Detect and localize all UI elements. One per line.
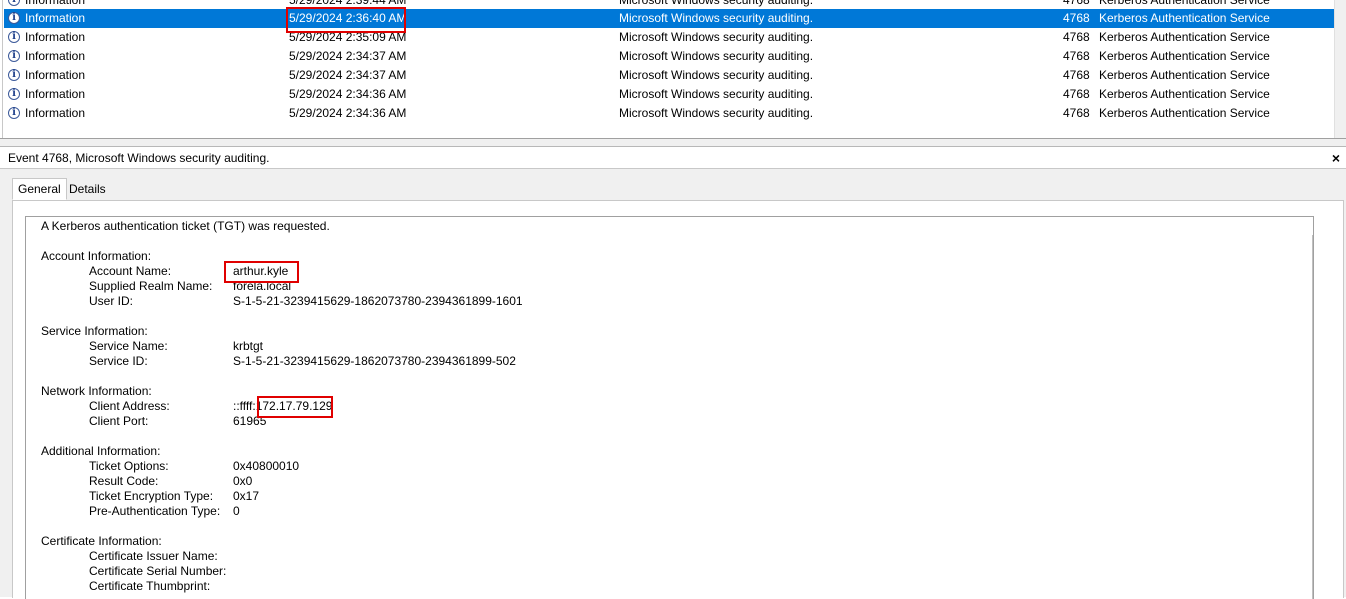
level-cell: Information [25,106,86,120]
client-address-value: ::ffff:172.17.79.129 [233,399,332,414]
info-icon [8,29,20,45]
field-label: Supplied Realm Name: [89,279,213,293]
section-heading: Service Information: [41,324,148,338]
date-cell: 5/29/2024 2:34:36 AM [289,106,407,120]
section-heading: Network Information: [41,384,152,398]
tab-details[interactable]: Details [64,181,111,198]
task-category-cell: Kerberos Authentication Service [1099,68,1270,82]
field-label: Certificate Serial Number: [89,564,227,578]
event-id-cell: 4768 [1063,11,1090,25]
info-icon [8,0,20,8]
result-code-value: 0x0 [233,474,253,488]
task-category-cell: Kerberos Authentication Service [1099,49,1270,63]
event-row[interactable]: Information 5/29/2024 2:34:36 AM Microso… [4,85,1334,104]
event-row-selected[interactable]: Information 5/29/2024 2:36:40 AM Microso… [4,9,1334,28]
level-cell: Information [25,68,86,82]
tab-general[interactable]: General [12,178,67,200]
field-label: Client Address: [89,399,170,413]
date-cell: 5/29/2024 2:34:36 AM [289,87,407,101]
encryption-type-value: 0x17 [233,489,260,503]
date-cell: 5/29/2024 2:34:37 AM [289,68,407,82]
source-cell: Microsoft Windows security auditing. [619,49,814,63]
level-cell: Information [25,11,86,25]
field-label: User ID: [89,294,134,308]
user-id-value: S-1-5-21-3239415629-1862073780-239436189… [233,294,523,308]
close-icon[interactable]: × [1332,147,1340,169]
field-label: Ticket Options: [89,459,169,473]
field-label: Result Code: [89,474,159,488]
event-id-cell: 4768 [1063,68,1090,82]
client-address-prefix: ::ffff: [233,399,256,413]
task-category-cell: Kerberos Authentication Service [1099,11,1270,25]
service-id-value: S-1-5-21-3239415629-1862073780-239436189… [233,354,516,368]
source-cell: Microsoft Windows security auditing. [619,106,814,120]
info-icon [8,48,20,64]
section-heading: Account Information: [41,249,152,263]
info-icon [8,67,20,83]
detail-title: Event 4768, Microsoft Windows security a… [8,151,270,165]
description-scrollbar[interactable] [1312,235,1313,599]
event-description[interactable]: A Kerberos authentication ticket (TGT) w… [25,216,1314,599]
field-label: Service ID: [89,354,148,368]
level-cell: Information [25,49,86,63]
event-id-cell: 4768 [1063,30,1090,44]
level-cell: Information [25,87,86,101]
event-id-cell: 4768 [1063,49,1090,63]
event-row[interactable]: Information 5/29/2024 2:34:37 AM Microso… [4,47,1334,66]
source-cell: Microsoft Windows security auditing. [619,87,814,101]
event-summary: A Kerberos authentication ticket (TGT) w… [41,219,330,233]
info-icon [8,105,20,121]
field-label: Service Name: [89,339,168,353]
source-cell: Microsoft Windows security auditing. [619,68,814,82]
source-cell: Microsoft Windows security auditing. [619,30,814,44]
date-cell: 5/29/2024 2:35:09 AM [289,30,407,44]
field-label: Pre-Authentication Type: [89,504,221,518]
field-label: Client Port: [89,414,149,428]
tab-general-content: A Kerberos authentication ticket (TGT) w… [12,200,1344,599]
field-label: Certificate Issuer Name: [89,549,218,563]
level-cell: Information [25,30,86,44]
preauth-type-value: 0 [233,504,240,518]
event-list: Information 5/29/2024 2:39:44 AM Microso… [0,0,1346,139]
event-row[interactable]: Information 5/29/2024 2:35:09 AM Microso… [4,28,1334,47]
task-category-cell: Kerberos Authentication Service [1099,106,1270,120]
info-icon [8,10,20,26]
section-heading: Additional Information: [41,444,161,458]
field-label: Ticket Encryption Type: [89,489,214,503]
event-id-cell: 4768 [1063,106,1090,120]
event-detail-pane: Event 4768, Microsoft Windows security a… [0,146,1346,599]
task-category-cell: Kerberos Authentication Service [1099,30,1270,44]
event-id-cell: 4768 [1063,87,1090,101]
field-label: Account Name: [89,264,172,278]
client-address-ip: 172.17.79.129 [255,399,333,413]
source-cell: Microsoft Windows security auditing. [619,11,814,25]
realm-value: forela.local [233,279,292,293]
list-border [2,0,3,138]
date-cell: 5/29/2024 2:36:40 AM [289,11,407,25]
info-icon [8,86,20,102]
ticket-options-value: 0x40800010 [233,459,300,473]
event-row[interactable]: Information 5/29/2024 2:34:37 AM Microso… [4,66,1334,85]
detail-header: Event 4768, Microsoft Windows security a… [0,147,1346,169]
field-label: Certificate Thumbprint: [89,579,211,593]
service-name-value: krbtgt [233,339,264,353]
client-port-value: 61965 [233,414,267,428]
account-name-value: arthur.kyle [233,264,289,278]
date-cell: 5/29/2024 2:34:37 AM [289,49,407,63]
list-scrollbar[interactable] [1334,0,1346,138]
event-row[interactable]: Information 5/29/2024 2:34:36 AM Microso… [4,104,1334,123]
pane-splitter[interactable] [0,139,1346,146]
task-category-cell: Kerberos Authentication Service [1099,87,1270,101]
section-heading: Certificate Information: [41,534,162,548]
